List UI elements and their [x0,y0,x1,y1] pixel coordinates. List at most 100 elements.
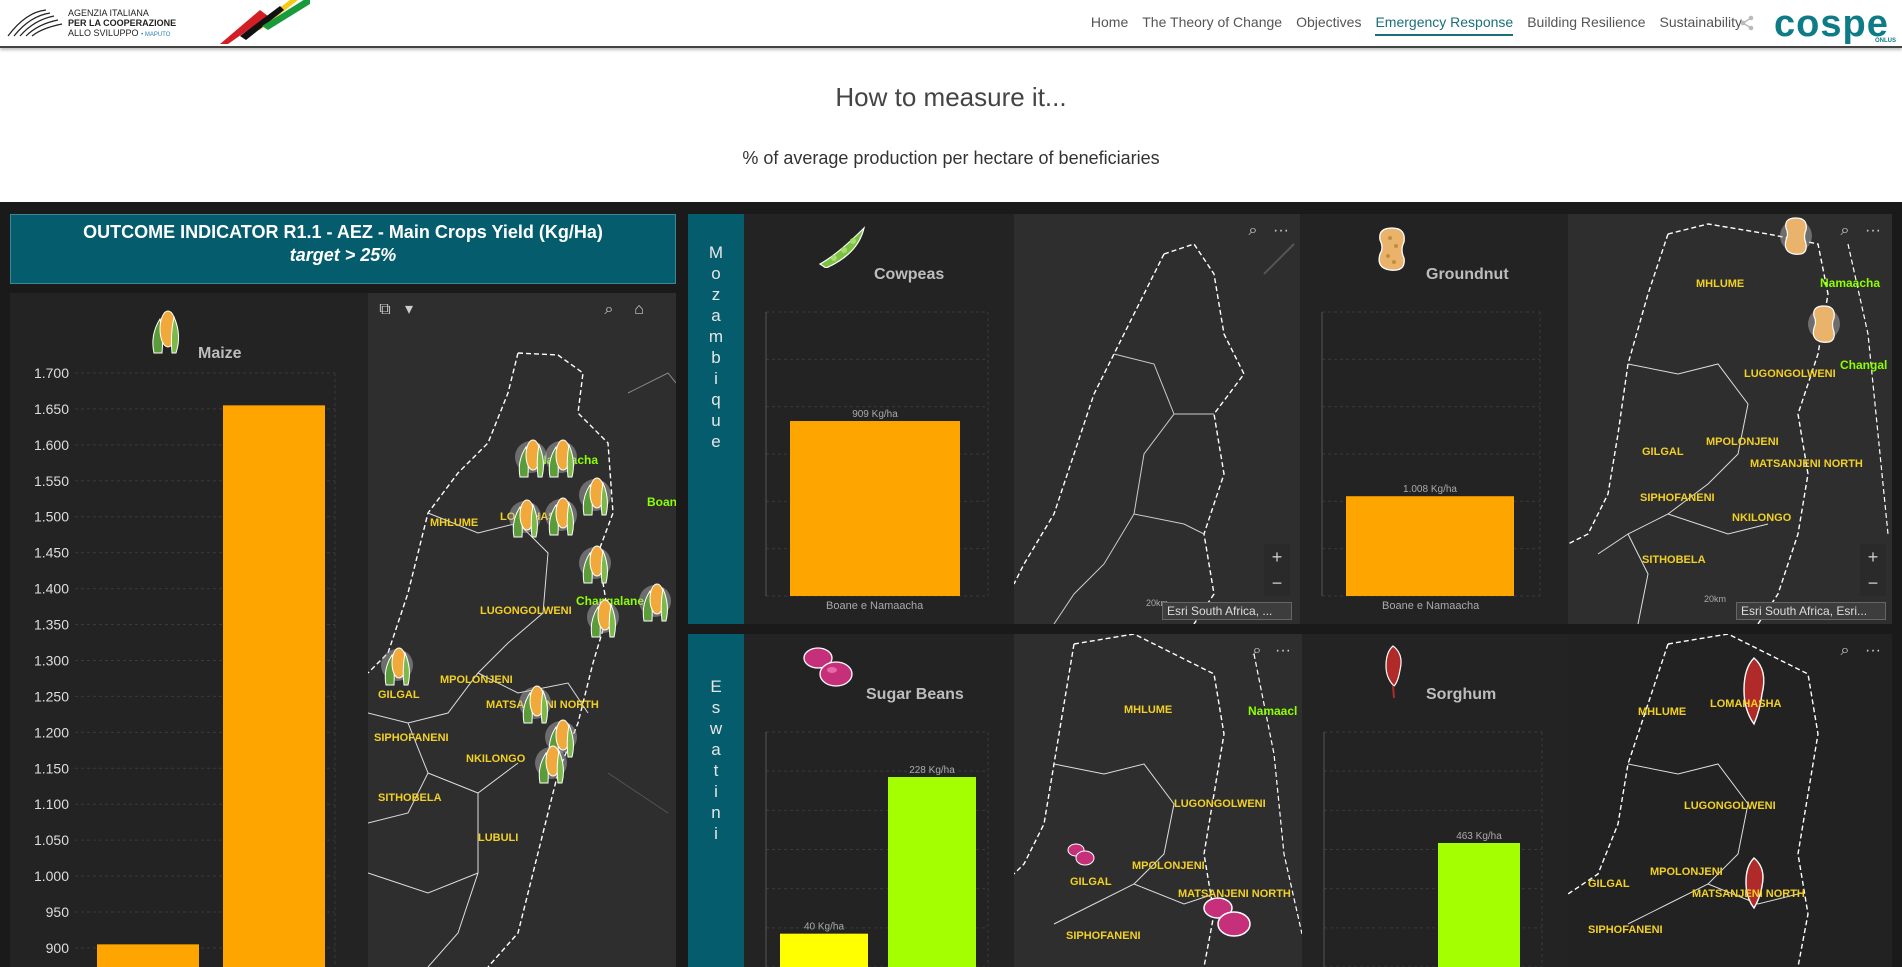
main-nav: Home The Theory of Change Objectives Eme… [1091,14,1742,36]
groundnut-map-more-icon[interactable]: ··· [1860,218,1886,244]
groundnut-marker[interactable] [1806,302,1842,346]
maize-marker[interactable] [508,493,542,541]
maize-marker[interactable] [638,577,672,625]
cowpeas-zoom-out[interactable]: − [1264,570,1290,596]
sugarbeans-map-search-icon[interactable]: ⌕ [1244,638,1270,664]
bar-value-label: 228 Kg/ha [909,765,955,776]
maize-tick-label: 1.600 [34,437,69,453]
eswatini-tab-letter: s [711,698,721,717]
groundnut-attribution[interactable]: Esri South Africa, Esri... [1736,602,1886,620]
groundnut-map-label: 20km [1704,594,1727,604]
indicator-target: target > 25% [289,245,397,265]
eswatini-tab-letter: E [710,677,722,696]
sorghum-map[interactable]: ⌕ ··· MHLUME LOMAHASHA LUGONGOLWENI GILGAL M… [1568,634,1892,967]
cowpeas-map-more-icon[interactable]: ··· [1268,218,1294,244]
groundnut-map[interactable]: ⌕ ··· + − MHLUME Namaacha Changal LUGONGOLW… [1568,214,1892,624]
maize-marker[interactable] [534,739,568,787]
groundnut-zoom-out[interactable]: − [1860,570,1886,596]
cowpeas-attribution[interactable]: Esri South Africa, ... [1162,602,1292,620]
nav-theory-of-change[interactable]: The Theory of Change [1142,14,1282,36]
nav-sustainability[interactable]: Sustainability [1660,14,1743,36]
maize-map-label: MPOLONJENI [440,674,513,686]
maize-marker[interactable] [380,641,414,689]
bar-value-label: 40 Kg/ha [804,922,844,933]
maize-bar [97,944,199,967]
page-title: How to measure it... [835,82,1067,112]
maize-tick-label: 1.050 [34,832,69,848]
cospe-word: cospe [1774,3,1889,45]
maize-marker[interactable] [544,433,578,481]
maize-tick-label: 1.000 [34,868,69,884]
groundnut-marker[interactable] [1778,214,1814,258]
cospe-logo[interactable]: cospe ONLUS [1774,3,1898,45]
map-layers-icon[interactable]: ⧉ [372,297,398,323]
page-subtitle: % of average production per hectare of b… [742,148,1160,168]
mozambique-tab-letter: a [711,306,721,325]
indicator-title: OUTCOME INDICATOR R1.1 - AEZ - Main Crop… [83,222,603,242]
mozambique-tab-letter: e [711,432,721,451]
eswatini-tab-letter: n [711,803,721,822]
mozambique-tab-label: Mozambique [688,242,744,452]
cowpeas-map-search-icon[interactable]: ⌕ [1240,218,1266,244]
mozambique-flag-logo [220,0,310,44]
sugarbeans-map[interactable]: ⌕ ··· MHLUME Namaacl LUGONGOLWENI GILGAL MPO… [1014,634,1302,967]
aics-logo[interactable]: AGENZIA ITALIANA PER LA COOPERAZIONE ALL… [6,4,206,42]
groundnut-category: Boane e Namaacha [1382,600,1480,612]
aics-line1: AGENZIA ITALIANA [68,8,149,18]
dashboard: OUTCOME INDICATOR R1.1 - AEZ - Main Crop… [0,202,1902,967]
maize-map-label: LUGONGOLWENI [480,605,572,617]
nav-emergency-response[interactable]: Emergency Response [1375,14,1514,36]
sugar-beans-marker [1067,843,1095,866]
sorghum-map-label: GILGAL [1588,878,1630,890]
maize-marker[interactable] [578,539,612,587]
sugarbeans-map-label: MHLUME [1124,704,1173,716]
cowpeas-map[interactable]: ⌕ ··· + − 20km Esri South Africa, ... [1014,214,1300,624]
maize-tick-label: 1.400 [34,581,69,597]
bar [888,777,976,967]
mozambique-tab-letter: m [708,327,724,346]
groundnut-map-search-icon[interactable]: ⌕ [1832,218,1858,244]
sorghum-map-more-icon[interactable]: ··· [1860,638,1886,664]
maize-map-label: GILGAL [378,689,420,701]
cowpeas-map-boundaries [1014,243,1295,624]
maize-tick-label: 1.500 [34,509,69,525]
groundnut-map-label: MHLUME [1696,278,1745,290]
sorghum-map-label: LUGONGOLWENI [1684,800,1776,812]
groundnut-map-label: SITHOBELA [1642,554,1706,566]
nav-objectives[interactable]: Objectives [1296,14,1361,36]
groundnut-map-label: LUGONGOLWENI [1744,368,1836,380]
eswatini-tab: Eswatini [688,634,744,967]
bar-value-label: 463 Kg/ha [1456,831,1502,842]
aics-line3: ALLO SVILUPPO [68,28,139,38]
maize-marker[interactable] [544,491,578,539]
map-home-icon[interactable]: ⌂ [626,297,652,323]
maize-marker[interactable] [586,593,620,641]
groundnut-zoom-in[interactable]: + [1860,544,1886,570]
nav-home[interactable]: Home [1091,14,1128,36]
aics-logo-icon [7,9,63,37]
map-search-icon[interactable]: ⌕ [596,297,622,323]
maize-map-label: SITHOBELA [378,792,442,804]
sorghum-map-label: MPOLONJENI [1650,866,1723,878]
maize-tick-label: 1.650 [34,401,69,417]
maize-tick-label: 1.150 [34,760,69,776]
groundnut-map-label: NKILONGO [1732,512,1792,524]
maize-marker[interactable] [578,471,612,519]
share-icon[interactable] [1739,15,1755,31]
mozambique-tab-letter: b [711,348,721,367]
cowpeas-zoom-in[interactable]: + [1264,544,1290,570]
sorghum-map-search-icon[interactable]: ⌕ [1832,638,1858,664]
bar [1438,843,1520,967]
nav-building-resilience[interactable]: Building Resilience [1527,14,1645,36]
mozambique-tab-letter: q [711,390,721,409]
maize-map[interactable]: ⧉ ▾ ⌕ ⌂ NamaachaBoanMHLUMELOMAHASHAChang… [368,293,676,967]
map-dropdown-icon[interactable]: ▾ [396,297,422,323]
maize-marker[interactable] [514,433,548,481]
groundnut-bar-chart: 1.008 Kg/ha [1321,311,1541,597]
sugarbeans-map-label: GILGAL [1070,876,1112,888]
mozambique-tab-letter: z [711,285,721,304]
sorghum-map-label: MATSANJENI NORTH [1692,888,1805,900]
cowpeas-category: Boane e Namaacha [826,600,924,612]
mozambique-tab-letter: u [711,411,721,430]
sugarbeans-map-more-icon[interactable]: ··· [1270,638,1296,664]
